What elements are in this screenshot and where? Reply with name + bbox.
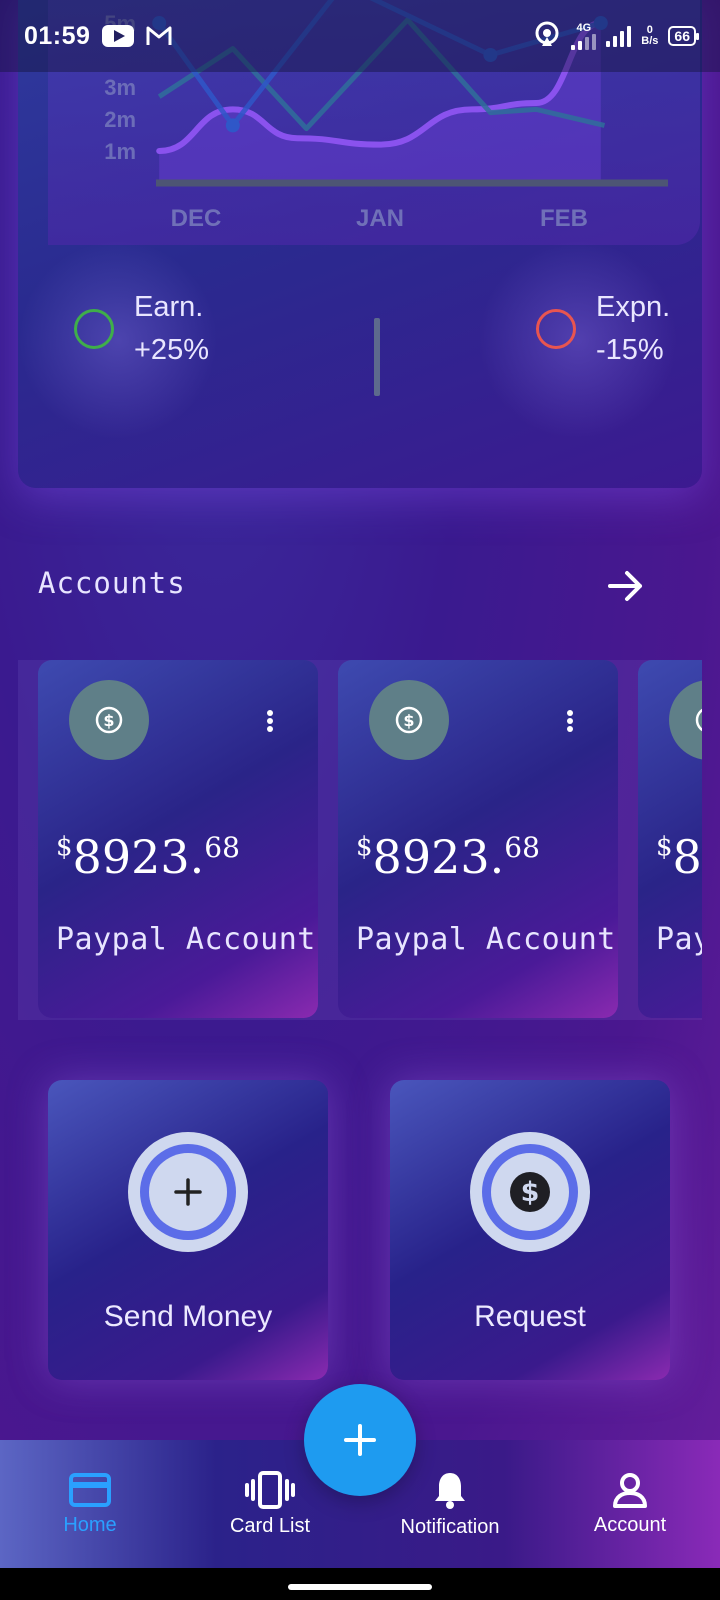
- expenses-value: -15%: [596, 334, 664, 366]
- expenses-indicator-icon: [536, 309, 576, 349]
- signal-icon-2: [606, 25, 632, 47]
- dollar-coin-icon: $: [69, 680, 149, 760]
- request-button[interactable]: $ Request: [390, 1080, 670, 1380]
- account-name: Paypal Account: [356, 922, 616, 957]
- net-speed: 0 B/s: [641, 25, 658, 47]
- amount-cents: 68: [504, 831, 540, 864]
- more-vert-icon[interactable]: [260, 706, 280, 736]
- dollar-coin-icon: $: [669, 680, 702, 760]
- send-money-button[interactable]: Send Money: [48, 1080, 328, 1380]
- request-icon-wrap: $: [470, 1132, 590, 1252]
- nav-account[interactable]: Account: [570, 1440, 690, 1568]
- y-tick-label: 3m: [104, 75, 136, 100]
- expenses-label: Expn.: [596, 291, 671, 323]
- battery-level: 66: [674, 28, 690, 44]
- nav-account-label: Account: [593, 1513, 667, 1536]
- battery-icon: 66: [668, 26, 699, 46]
- currency-symbol: $: [656, 832, 673, 862]
- dollar-circle-icon: $: [491, 1153, 569, 1231]
- request-ring: $: [482, 1144, 578, 1240]
- plus-icon: [149, 1153, 227, 1231]
- account-name: Paypal Account: [56, 922, 316, 957]
- net-speed-unit: B/s: [641, 35, 659, 47]
- nav-card-list-label: Card List: [229, 1514, 311, 1537]
- status-bar: 01:59 4G 0 B/s 66: [0, 0, 720, 72]
- account-balance: $8923.68: [56, 830, 240, 884]
- account-balance: $8923.68: [356, 830, 540, 884]
- send-money-icon-wrap: [128, 1132, 248, 1252]
- send-money-ring: [140, 1144, 236, 1240]
- stat-divider: [374, 318, 380, 396]
- account-card[interactable]: $ $8923.68 Paypal Account: [338, 660, 618, 1018]
- amount-main: 8923.: [372, 830, 505, 884]
- youtube-icon: [102, 25, 135, 47]
- overview-card: 1m2m3m5m6mDECJANFEB Earn. +25% Expn. -15…: [18, 0, 702, 488]
- y-tick-label: 1m: [104, 139, 136, 164]
- more-vert-icon[interactable]: [560, 706, 580, 736]
- expenses-stat: Expn. -15%: [536, 286, 670, 372]
- status-right: 4G 0 B/s 66: [533, 20, 699, 53]
- svg-text:$: $: [403, 711, 414, 730]
- gmail-icon: [146, 25, 172, 47]
- amount-cents: 68: [204, 831, 240, 864]
- account-card[interactable]: $ $8923.68 Paypal Account: [38, 660, 318, 1018]
- amount-main: 8923.: [72, 830, 205, 884]
- plus-icon: [344, 1424, 376, 1456]
- accounts-title: Accounts: [38, 566, 186, 600]
- home-gesture-pill[interactable]: [288, 1584, 432, 1590]
- currency-symbol: $: [56, 832, 73, 862]
- account-balance: $8923.68: [656, 830, 702, 884]
- nav-notification-label: Notification: [400, 1515, 500, 1538]
- earnings-indicator-icon: [74, 309, 114, 349]
- earnings-label: Earn.: [134, 291, 204, 323]
- dollar-coin-icon: $: [369, 680, 449, 760]
- arrow-right-icon[interactable]: [606, 566, 646, 606]
- series-point: [225, 118, 240, 133]
- signal-4g-indicator: 4G: [571, 21, 597, 50]
- bell-icon: [435, 1472, 465, 1509]
- vibrate-card-icon: [245, 1470, 295, 1509]
- nav-home[interactable]: Home: [40, 1440, 140, 1568]
- y-tick-label: 2m: [104, 107, 136, 132]
- x-tick-label: DEC: [171, 205, 222, 232]
- nav-home-label: Home: [63, 1513, 117, 1536]
- x-tick-label: JAN: [356, 205, 404, 232]
- card-icon: [69, 1472, 111, 1507]
- account-name: Paypal Account: [656, 922, 702, 957]
- accounts-carousel[interactable]: $ $8923.68 Paypal Account $ $8923.68 Pay…: [18, 660, 702, 1020]
- x-tick-label: FEB: [540, 205, 588, 232]
- svg-text:$: $: [521, 1177, 540, 1208]
- person-icon: [613, 1472, 647, 1508]
- earnings-stat: Earn. +25%: [74, 286, 209, 372]
- amount-main: 8923.: [672, 830, 702, 884]
- earnings-value: +25%: [134, 334, 209, 366]
- svg-text:$: $: [103, 711, 114, 730]
- hotspot-icon: [533, 20, 561, 53]
- send-money-label: Send Money: [103, 1300, 273, 1333]
- account-card[interactable]: $ $8923.68 Paypal Account: [638, 660, 702, 1018]
- currency-symbol: $: [356, 832, 373, 862]
- network-type: 4G: [576, 21, 592, 34]
- system-navigation-bar: [0, 1568, 720, 1600]
- signal-icon: [571, 33, 597, 50]
- request-label: Request: [474, 1300, 586, 1333]
- add-fab-button[interactable]: [304, 1384, 416, 1496]
- status-left: 01:59: [24, 22, 172, 51]
- status-time: 01:59: [24, 21, 91, 50]
